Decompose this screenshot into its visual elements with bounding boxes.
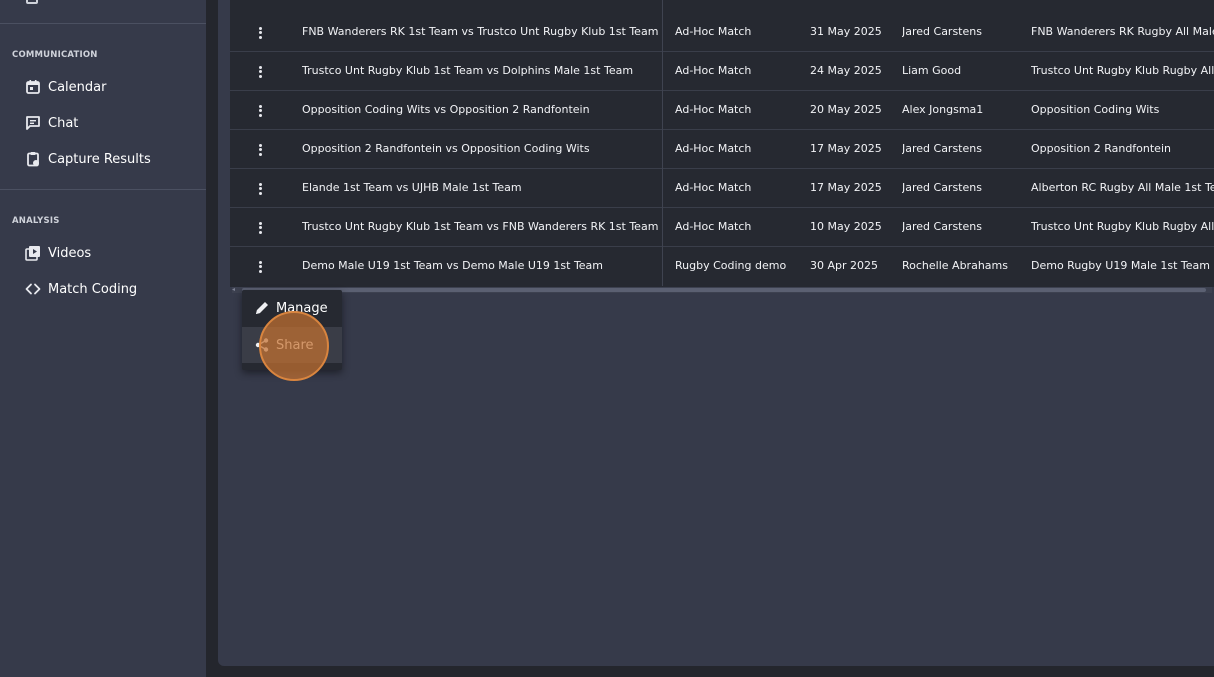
sidebar-item-label: Calendar [48,79,107,95]
more-options-icon[interactable] [254,259,266,275]
match-date-cell: 20 May 2025 [810,103,882,116]
match-date-cell: 30 Apr 2025 [810,259,879,272]
match-name-cell: FNB Wanderers RK 1st Team vs Trustco Unt… [302,25,659,38]
table-row[interactable]: Opposition Coding Wits vs Opposition 2 R… [230,91,1214,130]
column-separator [662,13,663,52]
match-name-cell: Opposition Coding Wits vs Opposition 2 R… [302,103,590,116]
team-cell: Alberton RC Rugby All Male 1st Te [1031,181,1214,194]
table-row[interactable]: Elande 1st Team vs UJHB Male 1st Team Ad… [230,169,1214,208]
row-context-menu: Manage Share [242,290,342,370]
match-type-cell: Ad-Hoc Match [675,64,752,77]
team-cell: Opposition 2 Randfontein [1031,142,1171,155]
match-name-cell: Trustco Unt Rugby Klub 1st Team vs Dolph… [302,64,634,77]
match-type-cell: Ad-Hoc Match [675,103,752,116]
sidebar-item-label: Chat [48,115,79,131]
match-type-cell: Rugby Coding demo [675,259,787,272]
scroll-left-arrow-icon[interactable]: ◂ [232,287,238,293]
matches-table: FNB Wanderers RK 1st Team vs Trustco Unt… [230,0,1214,287]
match-name-cell: Trustco Unt Rugby Klub 1st Team vs FNB W… [302,220,659,233]
more-options-icon[interactable] [254,25,266,41]
team-cell: Trustco Unt Rugby Klub Rugby All [1031,64,1214,77]
table-row[interactable]: Demo Male U19 1st Team vs Demo Male U19 … [230,247,1214,286]
coder-cell: Alex Jongsma1 [902,103,984,116]
more-options-icon[interactable] [254,220,266,236]
sidebar-item-calendar[interactable]: Calendar [24,77,106,97]
section-title-communication: COMMUNICATION [12,50,98,60]
code-icon [24,280,42,298]
team-cell: Trustco Unt Rugby Klub Rugby All [1031,220,1214,233]
pencil-icon [254,300,270,316]
match-name-cell: Demo Male U19 1st Team vs Demo Male U19 … [302,259,604,272]
column-separator [662,0,663,13]
column-separator [662,91,663,130]
more-options-icon[interactable] [254,181,266,197]
match-type-cell: Ad-Hoc Match [675,220,752,233]
coder-cell: Jared Carstens [902,220,982,233]
match-type-cell: Ad-Hoc Match [675,25,752,38]
sidebar-top-item-partial[interactable] [0,0,206,24]
sidebar-item-match-coding[interactable]: Match Coding [24,279,137,299]
match-name-cell: Elande 1st Team vs UJHB Male 1st Team [302,181,522,194]
sidebar-item-chat[interactable]: Chat [24,113,78,133]
match-name-cell: Opposition 2 Randfontein vs Opposition C… [302,142,590,155]
more-options-icon[interactable] [254,103,266,119]
clipboard-icon [24,150,42,168]
more-options-icon[interactable] [254,142,266,158]
column-separator [662,208,663,247]
match-date-cell: 24 May 2025 [810,64,882,77]
match-type-cell: Ad-Hoc Match [675,142,752,155]
share-icon [254,337,270,353]
more-options-icon[interactable] [254,64,266,80]
sidebar-item-label: Capture Results [48,151,151,167]
video-icon [24,244,42,262]
table-row[interactable]: Trustco Unt Rugby Klub 1st Team vs Dolph… [230,52,1214,91]
section-title-analysis: ANALYSIS [12,216,60,226]
partial-icon [26,0,38,4]
column-separator [662,52,663,91]
table-row[interactable]: Trustco Unt Rugby Klub 1st Team vs FNB W… [230,208,1214,247]
manage-label: Manage [276,300,328,316]
column-separator [662,130,663,169]
share-label: Share [276,337,314,353]
column-separator [662,169,663,208]
coder-cell: Liam Good [902,64,962,77]
coder-cell: Rochelle Abrahams [902,259,1008,272]
team-cell: Demo Rugby U19 Male 1st Team [1031,259,1210,272]
horizontal-scrollbar-thumb[interactable] [242,288,1206,292]
coder-cell: Jared Carstens [902,25,982,38]
calendar-icon [24,78,42,96]
sidebar-item-videos[interactable]: Videos [24,243,91,263]
sidebar-item-label: Match Coding [48,281,138,297]
column-separator [662,247,663,286]
chat-icon [24,114,42,132]
match-date-cell: 10 May 2025 [810,220,882,233]
share-menu-item[interactable]: Share [242,327,342,363]
table-row[interactable]: FNB Wanderers RK 1st Team vs Trustco Unt… [230,13,1214,52]
sidebar-item-capture-results[interactable]: Capture Results [24,149,151,169]
sidebar-divider [0,189,206,190]
table-row[interactable]: Opposition 2 Randfontein vs Opposition C… [230,130,1214,169]
team-cell: Opposition Coding Wits [1031,103,1160,116]
match-date-cell: 31 May 2025 [810,25,882,38]
match-date-cell: 17 May 2025 [810,142,882,155]
coder-cell: Jared Carstens [902,181,982,194]
team-cell: FNB Wanderers RK Rugby All Male [1031,25,1214,38]
coder-cell: Jared Carstens [902,142,982,155]
main-panel: FNB Wanderers RK 1st Team vs Trustco Unt… [218,0,1214,666]
match-type-cell: Ad-Hoc Match [675,181,752,194]
sidebar: COMMUNICATION Calendar Chat Capture Resu… [0,0,206,677]
sidebar-item-label: Videos [48,245,92,261]
manage-menu-item[interactable]: Manage [242,290,342,326]
match-date-cell: 17 May 2025 [810,181,882,194]
